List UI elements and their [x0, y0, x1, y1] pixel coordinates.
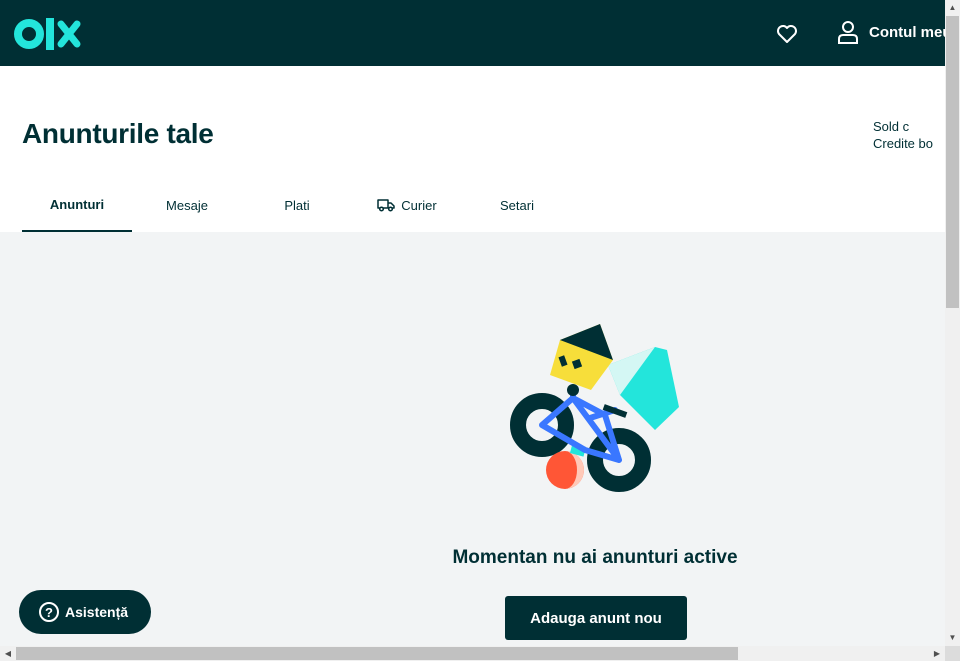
top-navbar: Contul meu [0, 0, 952, 66]
truck-icon [377, 199, 396, 212]
credits-line: Credite bo [873, 136, 933, 151]
tab-label: Setari [500, 197, 534, 213]
vertical-scroll-thumb[interactable] [946, 16, 959, 308]
account-balance: Sold c Credite bo [873, 118, 943, 152]
help-button[interactable]: ? Asistență [19, 590, 151, 634]
page-title: Anunturile tale [22, 118, 214, 149]
empty-state-message: Momentan nu ai anunturi active [452, 547, 738, 568]
tab-setari[interactable]: Setari [462, 186, 572, 232]
tab-label: Plati [284, 197, 310, 213]
balance-line: Sold c [873, 119, 910, 134]
vertical-scrollbar[interactable]: ▲ ▼ [945, 0, 960, 646]
tab-label: Mesaje [166, 197, 208, 213]
scroll-down-arrow-icon[interactable]: ▼ [945, 630, 960, 646]
scrollbar-corner [945, 646, 960, 661]
account-menu[interactable]: Contul meu [837, 20, 952, 44]
page-header: Anunturile tale Sold c Credite bo Anuntu… [0, 66, 945, 232]
bicycle-illustration [510, 324, 679, 492]
account-label: Contul meu [869, 23, 952, 41]
help-label: Asistență [65, 604, 129, 620]
horizontal-scrollbar[interactable]: ◀ ▶ [0, 646, 945, 661]
tab-mesaje[interactable]: Mesaje [132, 186, 242, 232]
tab-anunturi[interactable]: Anunturi [22, 186, 132, 232]
question-icon: ? [39, 602, 59, 622]
scroll-up-arrow-icon[interactable]: ▲ [945, 0, 960, 16]
tab-curier[interactable]: Curier [352, 186, 462, 232]
olx-logo[interactable] [14, 16, 82, 52]
horizontal-scroll-thumb[interactable] [16, 647, 738, 660]
scroll-left-arrow-icon[interactable]: ◀ [0, 646, 16, 661]
add-listing-button[interactable]: Adauga anunt nou [505, 596, 687, 640]
user-icon [838, 21, 858, 44]
tab-plati[interactable]: Plati [242, 186, 352, 232]
tab-bar: Anunturi Mesaje Plati Curier Setari [22, 186, 572, 232]
scroll-right-arrow-icon[interactable]: ▶ [929, 646, 945, 661]
heart-icon[interactable] [775, 22, 799, 46]
tab-label: Anunturi [49, 196, 105, 212]
tab-label: Curier [401, 197, 437, 213]
